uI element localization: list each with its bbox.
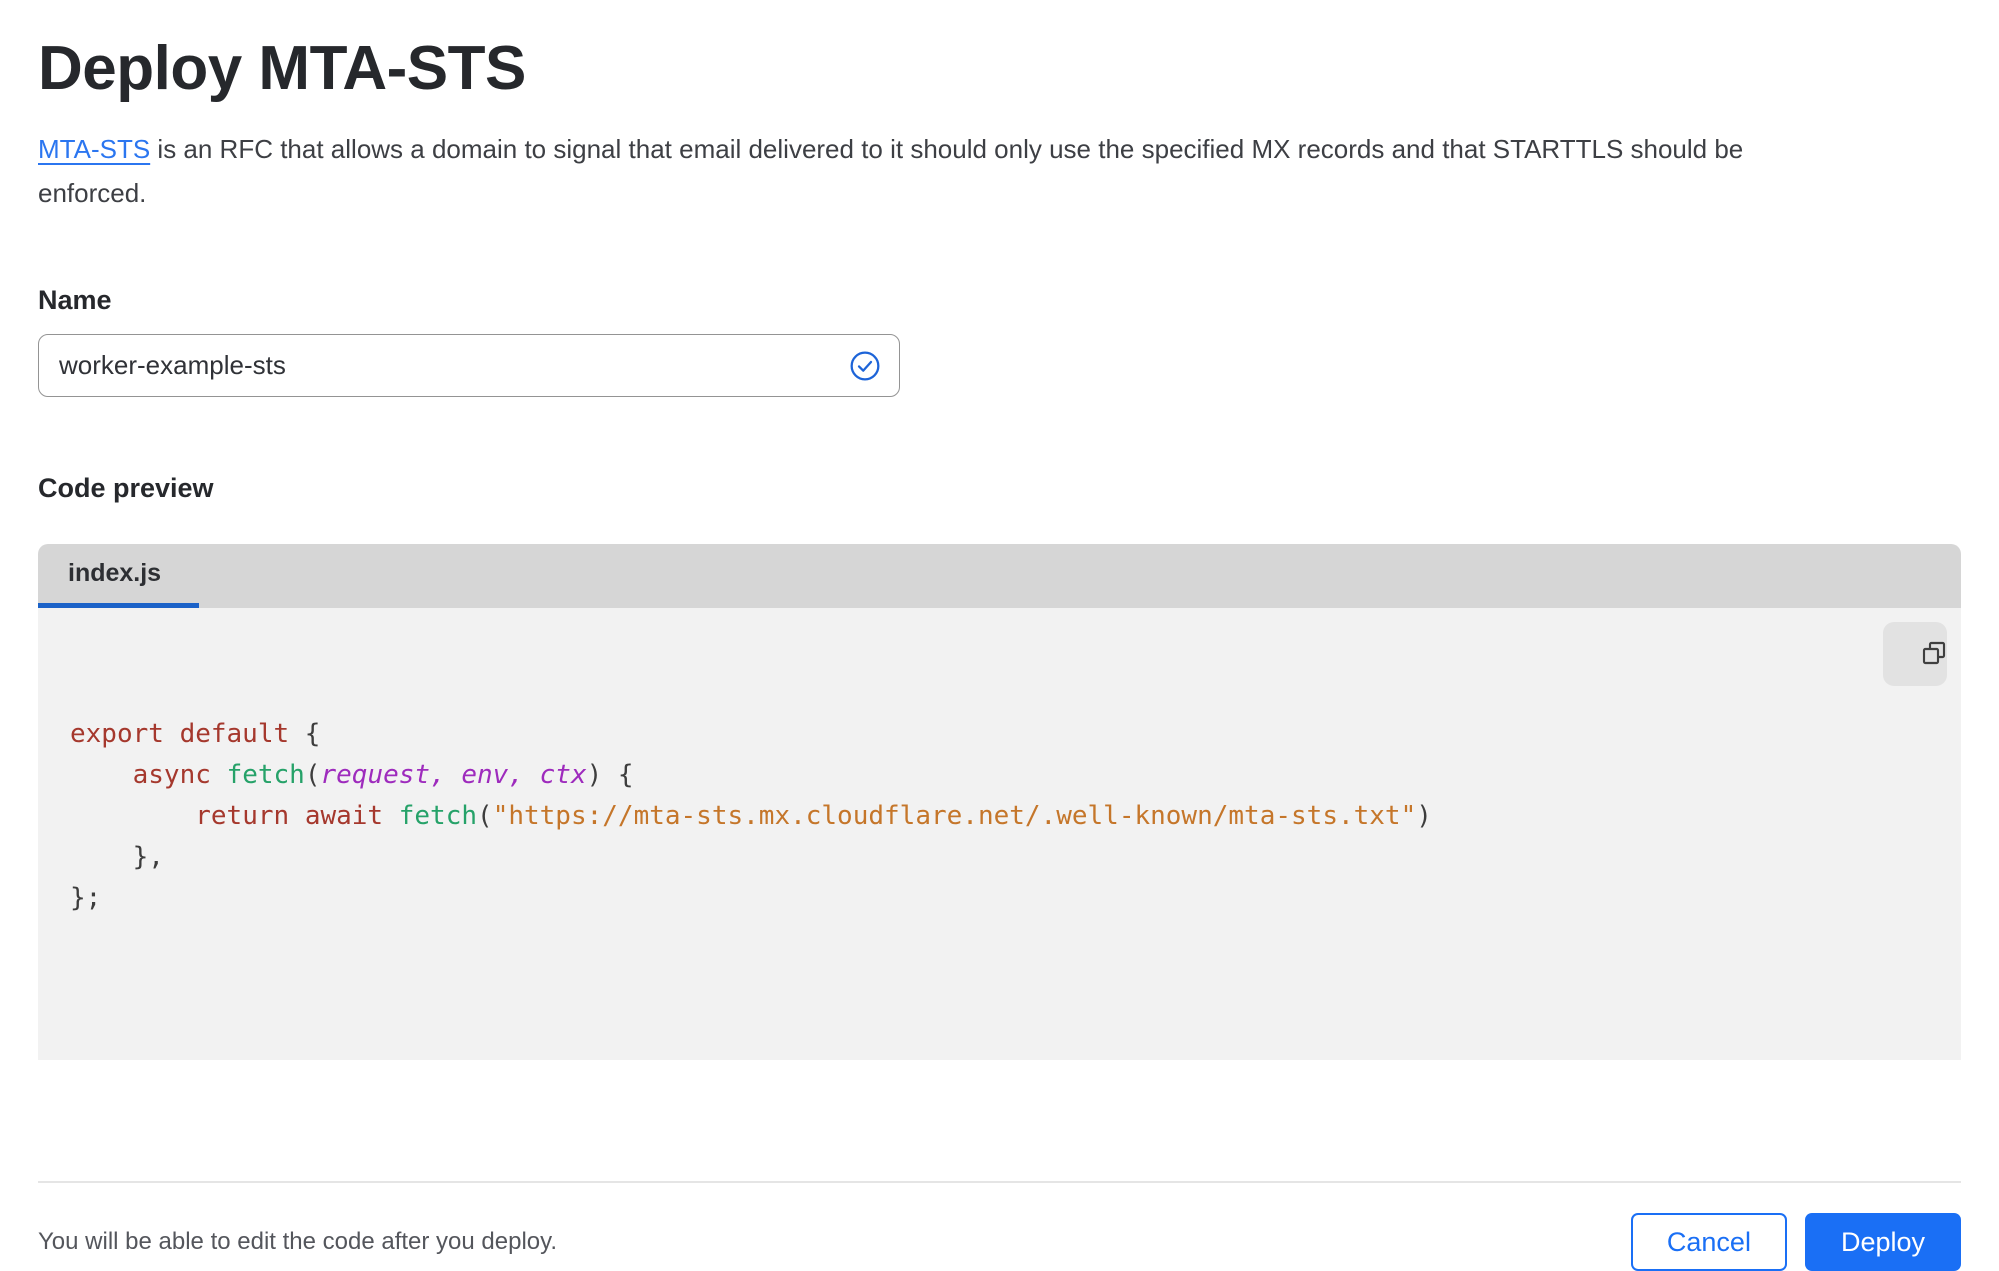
footer-note: You will be able to edit the code after … [38,1228,558,1256]
code-line: return await fetch("https://mta-sts.mx.c… [195,801,1432,832]
footer-actions: Cancel Deploy [1630,1213,1961,1271]
name-input-wrap [38,334,900,398]
footer: You will be able to edit the code after … [38,1183,1961,1271]
code-editor-preview: export default { async fetch(request, en… [38,608,1961,1061]
code-content: export default { async fetch(request, en… [70,714,1851,919]
code-line: export default { [70,719,321,750]
code-line: }, [70,842,164,873]
copy-icon [1880,622,1949,687]
check-circle-icon [849,350,881,382]
name-input[interactable] [59,350,849,382]
copy-code-button[interactable] [1880,622,1949,687]
description: MTA-STS is an RFC that allows a domain t… [38,127,1838,215]
code-tabbar: index.js [38,544,1961,609]
deploy-mta-sts-page: Deploy MTA-STS MTA-STS is an RFC that al… [0,34,1999,1271]
mta-sts-link[interactable]: MTA-STS [38,134,150,164]
code-preview-block: index.js export default { async fetch(re… [38,544,1961,1061]
name-label: Name [38,285,112,316]
cancel-button[interactable]: Cancel [1630,1213,1787,1271]
tab-index-js[interactable]: index.js [38,544,199,609]
deploy-button[interactable]: Deploy [1804,1213,1961,1271]
page-title: Deploy MTA-STS [38,34,526,103]
description-text: is an RFC that allows a domain to signal… [38,134,1744,209]
code-preview-label: Code preview [38,473,214,504]
code-line: }; [70,883,102,914]
code-line: async fetch(request, env, ctx) { [132,760,634,791]
